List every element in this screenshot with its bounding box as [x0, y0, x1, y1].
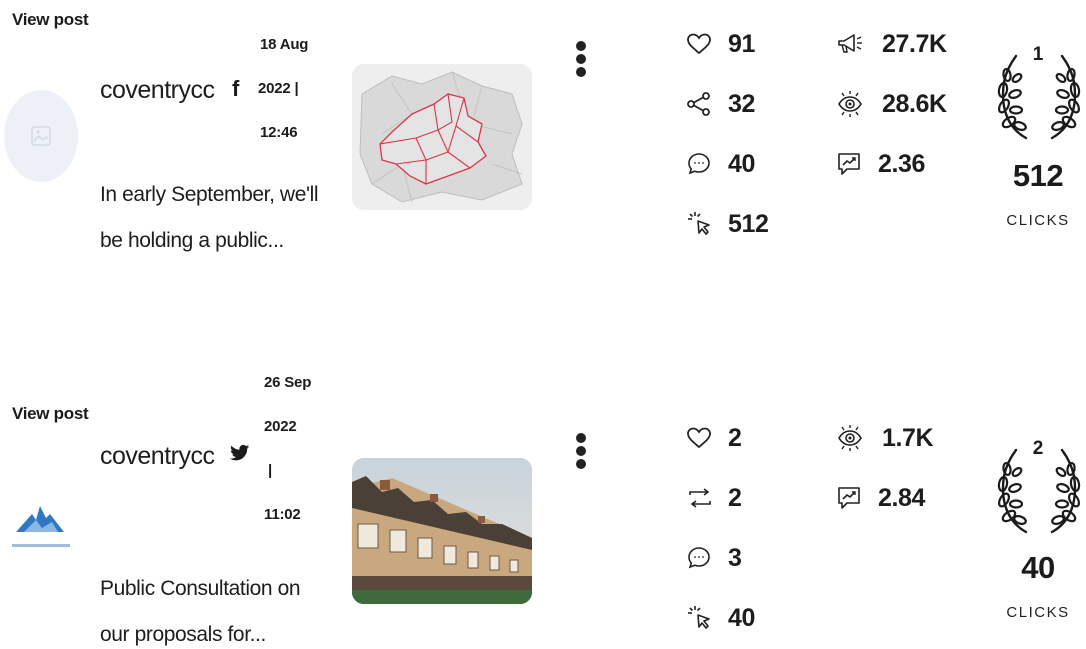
dot — [576, 459, 586, 469]
post-time: 12:46 — [260, 124, 298, 141]
dot — [576, 54, 586, 64]
likes-count: 2 — [728, 423, 742, 452]
award-label: CLICKS — [1006, 212, 1070, 229]
likes-metric: 91 — [686, 26, 755, 62]
more-options-button[interactable] — [572, 38, 590, 88]
comment-icon — [688, 547, 710, 569]
post-card: View post coventrycc f 18 Aug 2022 | 12:… — [0, 0, 1086, 300]
comment-icon — [688, 153, 710, 175]
more-options-button[interactable] — [572, 430, 590, 480]
engagement-metric: 2.84 — [836, 480, 925, 516]
award-label: CLICKS — [1006, 604, 1070, 621]
username[interactable]: coventrycc — [100, 442, 215, 471]
engagement-rate: 2.84 — [878, 483, 926, 512]
caption-line: be holding a public... — [100, 229, 284, 252]
award-clicks-count: 40 — [1021, 550, 1055, 585]
engagement-metric: 2.36 — [836, 146, 925, 182]
image-placeholder-icon — [31, 126, 51, 146]
twitter-icon — [230, 444, 250, 467]
rank-number: 2 — [1032, 438, 1044, 459]
engagement-chart-icon — [838, 153, 860, 175]
post-date: 26 Sep — [264, 374, 312, 391]
click-icon — [688, 606, 710, 629]
post-card: View post coventrycc 26 Sep 2022 | 11:02… — [0, 370, 1086, 649]
caption-line: our proposals for... — [100, 623, 266, 646]
clicks-metric: 512 — [686, 206, 769, 242]
caption-line: In early September, we'll — [100, 183, 319, 206]
retweet-icon — [689, 488, 711, 508]
clicks-count: 40 — [728, 603, 756, 632]
retweets-count: 2 — [728, 483, 742, 512]
view-post-link[interactable]: View post — [12, 404, 89, 424]
rank-number: 1 — [1032, 44, 1044, 65]
heart-icon — [687, 427, 711, 449]
dot — [576, 446, 586, 456]
eye-icon — [838, 425, 862, 451]
facebook-icon: f — [232, 76, 240, 101]
engagement-chart-icon — [838, 487, 860, 509]
avatar[interactable] — [4, 488, 78, 580]
coventry-logo-icon — [12, 506, 70, 547]
username[interactable]: coventrycc — [100, 76, 215, 105]
post-year: 2022 | — [258, 80, 299, 97]
likes-count: 91 — [728, 29, 756, 58]
engagement-rate: 2.36 — [878, 149, 926, 178]
clicks-count: 512 — [728, 209, 769, 238]
heart-icon — [687, 33, 711, 55]
dot — [576, 41, 586, 51]
date-separator: | — [268, 462, 272, 479]
dot — [576, 67, 586, 77]
impressions-metric: 1.7K — [836, 420, 934, 456]
post-caption: In early September, we'll be holding a p… — [100, 172, 340, 264]
reach-metric: 27.7K — [836, 26, 947, 62]
award-clicks-count: 512 — [1012, 158, 1064, 193]
dot — [576, 433, 586, 443]
eye-icon — [838, 91, 862, 117]
likes-metric: 2 — [686, 420, 742, 456]
shares-count: 32 — [728, 89, 756, 118]
post-year: 2022 — [264, 418, 297, 435]
clicks-metric: 40 — [686, 600, 755, 636]
shares-metric: 32 — [686, 86, 755, 122]
view-post-link[interactable]: View post — [12, 10, 89, 30]
impressions-metric: 28.6K — [836, 86, 947, 122]
comments-count: 40 — [728, 149, 756, 178]
avatar[interactable] — [4, 90, 78, 182]
map-image[interactable] — [352, 64, 532, 210]
reach-count: 27.7K — [882, 29, 947, 58]
comments-count: 3 — [728, 543, 742, 572]
impressions-count: 1.7K — [882, 423, 934, 452]
click-icon — [688, 212, 710, 235]
caption-line: Public Consultation on — [100, 577, 301, 600]
share-icon — [687, 92, 710, 116]
megaphone-icon — [838, 34, 862, 53]
impressions-count: 28.6K — [882, 89, 947, 118]
post-date: 18 Aug — [260, 36, 309, 53]
houses-image[interactable] — [352, 458, 532, 604]
comments-metric: 40 — [686, 146, 755, 182]
post-caption: Public Consultation on our proposals for… — [100, 566, 340, 649]
comments-metric: 3 — [686, 540, 742, 576]
post-time: 11:02 — [264, 506, 301, 523]
retweets-metric: 2 — [686, 480, 742, 516]
